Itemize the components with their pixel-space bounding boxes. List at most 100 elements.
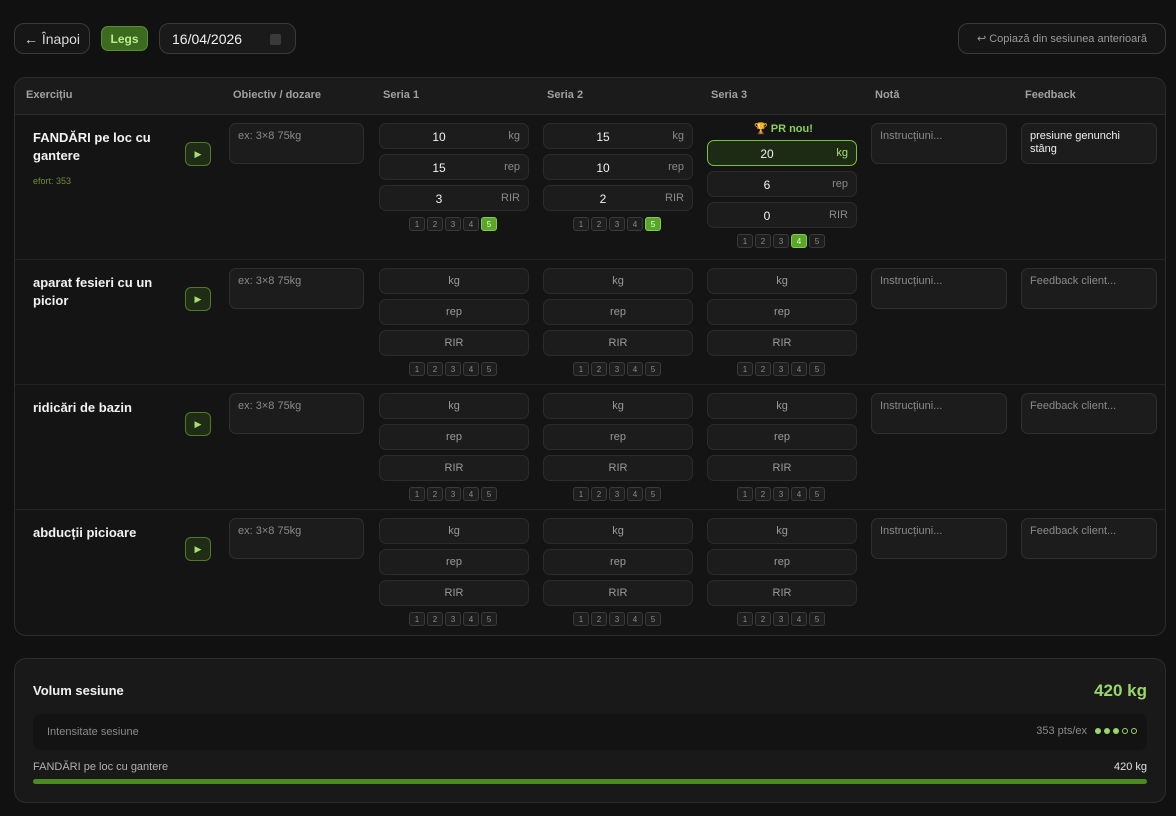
date-field[interactable]: 16/04/2026 xyxy=(159,23,296,54)
rpe-option[interactable]: 2 xyxy=(591,217,607,231)
set-1-rir-input[interactable]: RIR xyxy=(379,455,529,481)
rpe-option[interactable]: 1 xyxy=(409,362,425,376)
set-3-kg-input[interactable]: kg xyxy=(707,518,857,544)
goal-input[interactable]: ex: 3×8 75kg xyxy=(229,393,364,434)
rpe-option[interactable]: 3 xyxy=(609,487,625,501)
rpe-option[interactable]: 4 xyxy=(627,217,643,231)
goal-input[interactable]: ex: 3×8 75kg xyxy=(229,123,364,164)
set-3-kg-input[interactable]: kg xyxy=(707,393,857,419)
rpe-option[interactable]: 1 xyxy=(737,487,753,501)
set-3-kg-input[interactable]: 20 kg xyxy=(707,140,857,166)
rpe-option[interactable]: 2 xyxy=(755,234,771,248)
rpe-option[interactable]: 5 xyxy=(809,234,825,248)
set-1-kg-input[interactable]: kg xyxy=(379,268,529,294)
rpe-option[interactable]: 3 xyxy=(445,217,461,231)
rpe-option[interactable]: 1 xyxy=(737,234,753,248)
set-3-rep-input[interactable]: 6 rep xyxy=(707,171,857,197)
rpe-option[interactable]: 1 xyxy=(573,217,589,231)
rpe-option[interactable]: 4 xyxy=(463,487,479,501)
set-2-rep-input[interactable]: 10 rep xyxy=(543,154,693,180)
rpe-option[interactable]: 4 xyxy=(791,234,807,248)
set-3-rir-input[interactable]: RIR xyxy=(707,455,857,481)
feedback-input[interactable]: Feedback client... xyxy=(1021,518,1157,559)
rpe-option[interactable]: 2 xyxy=(591,487,607,501)
set-1-rir-input[interactable]: RIR xyxy=(379,580,529,606)
rpe-option[interactable]: 5 xyxy=(809,612,825,626)
rpe-option[interactable]: 4 xyxy=(791,612,807,626)
feedback-input[interactable]: presiune genunchi stâng xyxy=(1021,123,1157,164)
rpe-option[interactable]: 4 xyxy=(463,362,479,376)
rpe-option[interactable]: 5 xyxy=(645,487,661,501)
set-3-rir-input[interactable]: RIR xyxy=(707,330,857,356)
exercise-name[interactable]: abducții picioare xyxy=(33,524,173,542)
rpe-option[interactable]: 1 xyxy=(409,612,425,626)
play-video-button[interactable]: ▶ xyxy=(185,287,211,311)
session-tag[interactable]: Legs xyxy=(101,26,148,51)
rpe-option[interactable]: 1 xyxy=(737,362,753,376)
rpe-option[interactable]: 4 xyxy=(463,612,479,626)
rpe-option[interactable]: 3 xyxy=(445,612,461,626)
goal-input[interactable]: ex: 3×8 75kg xyxy=(229,268,364,309)
rpe-option[interactable]: 2 xyxy=(427,362,443,376)
rpe-option[interactable]: 2 xyxy=(755,487,771,501)
set-2-kg-input[interactable]: 15 kg xyxy=(543,123,693,149)
rpe-option[interactable]: 3 xyxy=(773,234,789,248)
set-1-rep-input[interactable]: 15 rep xyxy=(379,154,529,180)
rpe-option[interactable]: 4 xyxy=(627,362,643,376)
rpe-option[interactable]: 4 xyxy=(791,487,807,501)
rpe-option[interactable]: 4 xyxy=(791,362,807,376)
rpe-option[interactable]: 3 xyxy=(445,487,461,501)
set-2-kg-input[interactable]: kg xyxy=(543,393,693,419)
rpe-option[interactable]: 2 xyxy=(591,362,607,376)
rpe-option[interactable]: 5 xyxy=(481,612,497,626)
rpe-option[interactable]: 5 xyxy=(481,217,497,231)
set-2-kg-input[interactable]: kg xyxy=(543,268,693,294)
rpe-option[interactable]: 1 xyxy=(409,487,425,501)
note-input[interactable]: Instrucțiuni... xyxy=(871,123,1007,164)
rpe-option[interactable]: 5 xyxy=(645,217,661,231)
set-2-rir-input[interactable]: 2 RIR xyxy=(543,185,693,211)
set-1-rir-input[interactable]: RIR xyxy=(379,330,529,356)
rpe-option[interactable]: 3 xyxy=(773,362,789,376)
set-2-rir-input[interactable]: RIR xyxy=(543,455,693,481)
calendar-icon[interactable] xyxy=(270,34,281,45)
rpe-option[interactable]: 1 xyxy=(737,612,753,626)
rpe-option[interactable]: 5 xyxy=(645,612,661,626)
rpe-option[interactable]: 2 xyxy=(427,217,443,231)
set-1-kg-input[interactable]: kg xyxy=(379,518,529,544)
goal-input[interactable]: ex: 3×8 75kg xyxy=(229,518,364,559)
set-1-rir-input[interactable]: 3 RIR xyxy=(379,185,529,211)
play-video-button[interactable]: ▶ xyxy=(185,412,211,436)
rpe-option[interactable]: 3 xyxy=(609,362,625,376)
set-3-rep-input[interactable]: rep xyxy=(707,549,857,575)
rpe-option[interactable]: 5 xyxy=(809,487,825,501)
set-1-kg-input[interactable]: 10 kg xyxy=(379,123,529,149)
play-video-button[interactable]: ▶ xyxy=(185,537,211,561)
exercise-name[interactable]: ridicări de bazin xyxy=(33,399,173,417)
rpe-option[interactable]: 1 xyxy=(573,487,589,501)
rpe-option[interactable]: 3 xyxy=(773,487,789,501)
note-input[interactable]: Instrucțiuni... xyxy=(871,518,1007,559)
set-1-rep-input[interactable]: rep xyxy=(379,424,529,450)
rpe-option[interactable]: 3 xyxy=(445,362,461,376)
set-2-rep-input[interactable]: rep xyxy=(543,299,693,325)
set-3-rep-input[interactable]: rep xyxy=(707,424,857,450)
set-1-rep-input[interactable]: rep xyxy=(379,299,529,325)
set-1-rep-input[interactable]: rep xyxy=(379,549,529,575)
rpe-option[interactable]: 1 xyxy=(573,362,589,376)
rpe-option[interactable]: 5 xyxy=(809,362,825,376)
set-3-rir-input[interactable]: 0 RIR xyxy=(707,202,857,228)
set-2-rir-input[interactable]: RIR xyxy=(543,580,693,606)
rpe-option[interactable]: 1 xyxy=(409,217,425,231)
rpe-option[interactable]: 5 xyxy=(645,362,661,376)
feedback-input[interactable]: Feedback client... xyxy=(1021,393,1157,434)
rpe-option[interactable]: 5 xyxy=(481,487,497,501)
copy-previous-session-button[interactable]: ↩ Copiază din sesiunea anterioară xyxy=(958,23,1166,54)
exercise-name[interactable]: FANDĂRI pe loc cu gantere xyxy=(33,129,173,165)
rpe-option[interactable]: 3 xyxy=(609,217,625,231)
rpe-option[interactable]: 2 xyxy=(591,612,607,626)
rpe-option[interactable]: 1 xyxy=(573,612,589,626)
rpe-option[interactable]: 4 xyxy=(627,487,643,501)
set-2-rep-input[interactable]: rep xyxy=(543,549,693,575)
rpe-option[interactable]: 2 xyxy=(427,612,443,626)
